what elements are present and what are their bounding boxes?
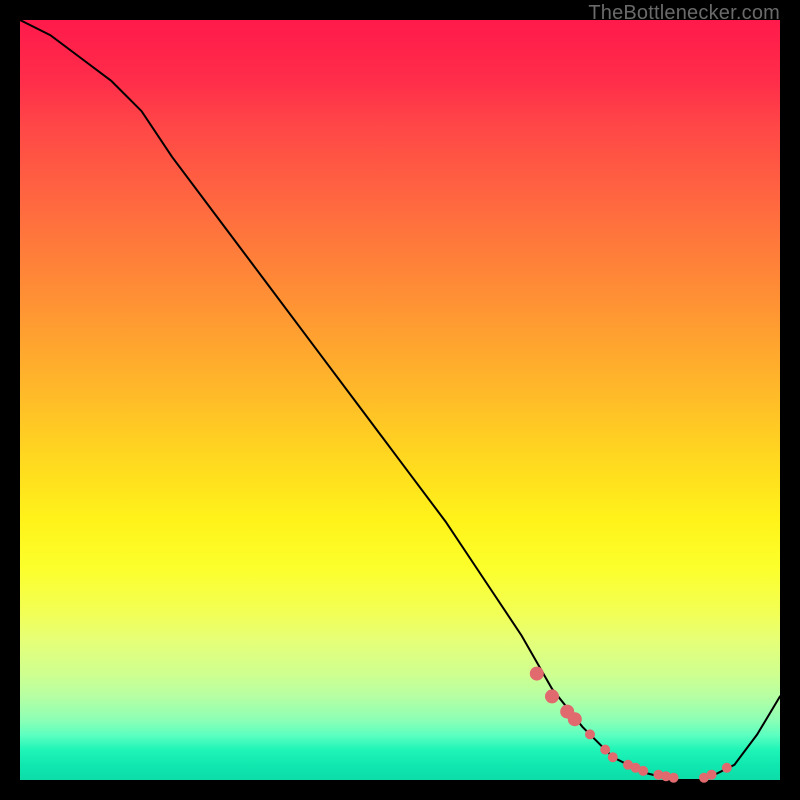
chart-overlay xyxy=(20,20,780,780)
highlight-dot xyxy=(669,773,679,783)
highlight-dot xyxy=(722,763,732,773)
highlight-dot xyxy=(608,752,618,762)
highlight-dot xyxy=(638,766,648,776)
highlight-dot xyxy=(585,729,595,739)
highlight-dot xyxy=(530,667,544,681)
highlight-dot xyxy=(568,712,582,726)
highlight-dot xyxy=(707,770,717,780)
highlight-dot xyxy=(545,689,559,703)
bottleneck-curve xyxy=(20,20,780,780)
highlight-dot xyxy=(600,745,610,755)
highlight-dots-group xyxy=(530,667,732,783)
chart-stage: TheBottlenecker.com xyxy=(0,0,800,800)
